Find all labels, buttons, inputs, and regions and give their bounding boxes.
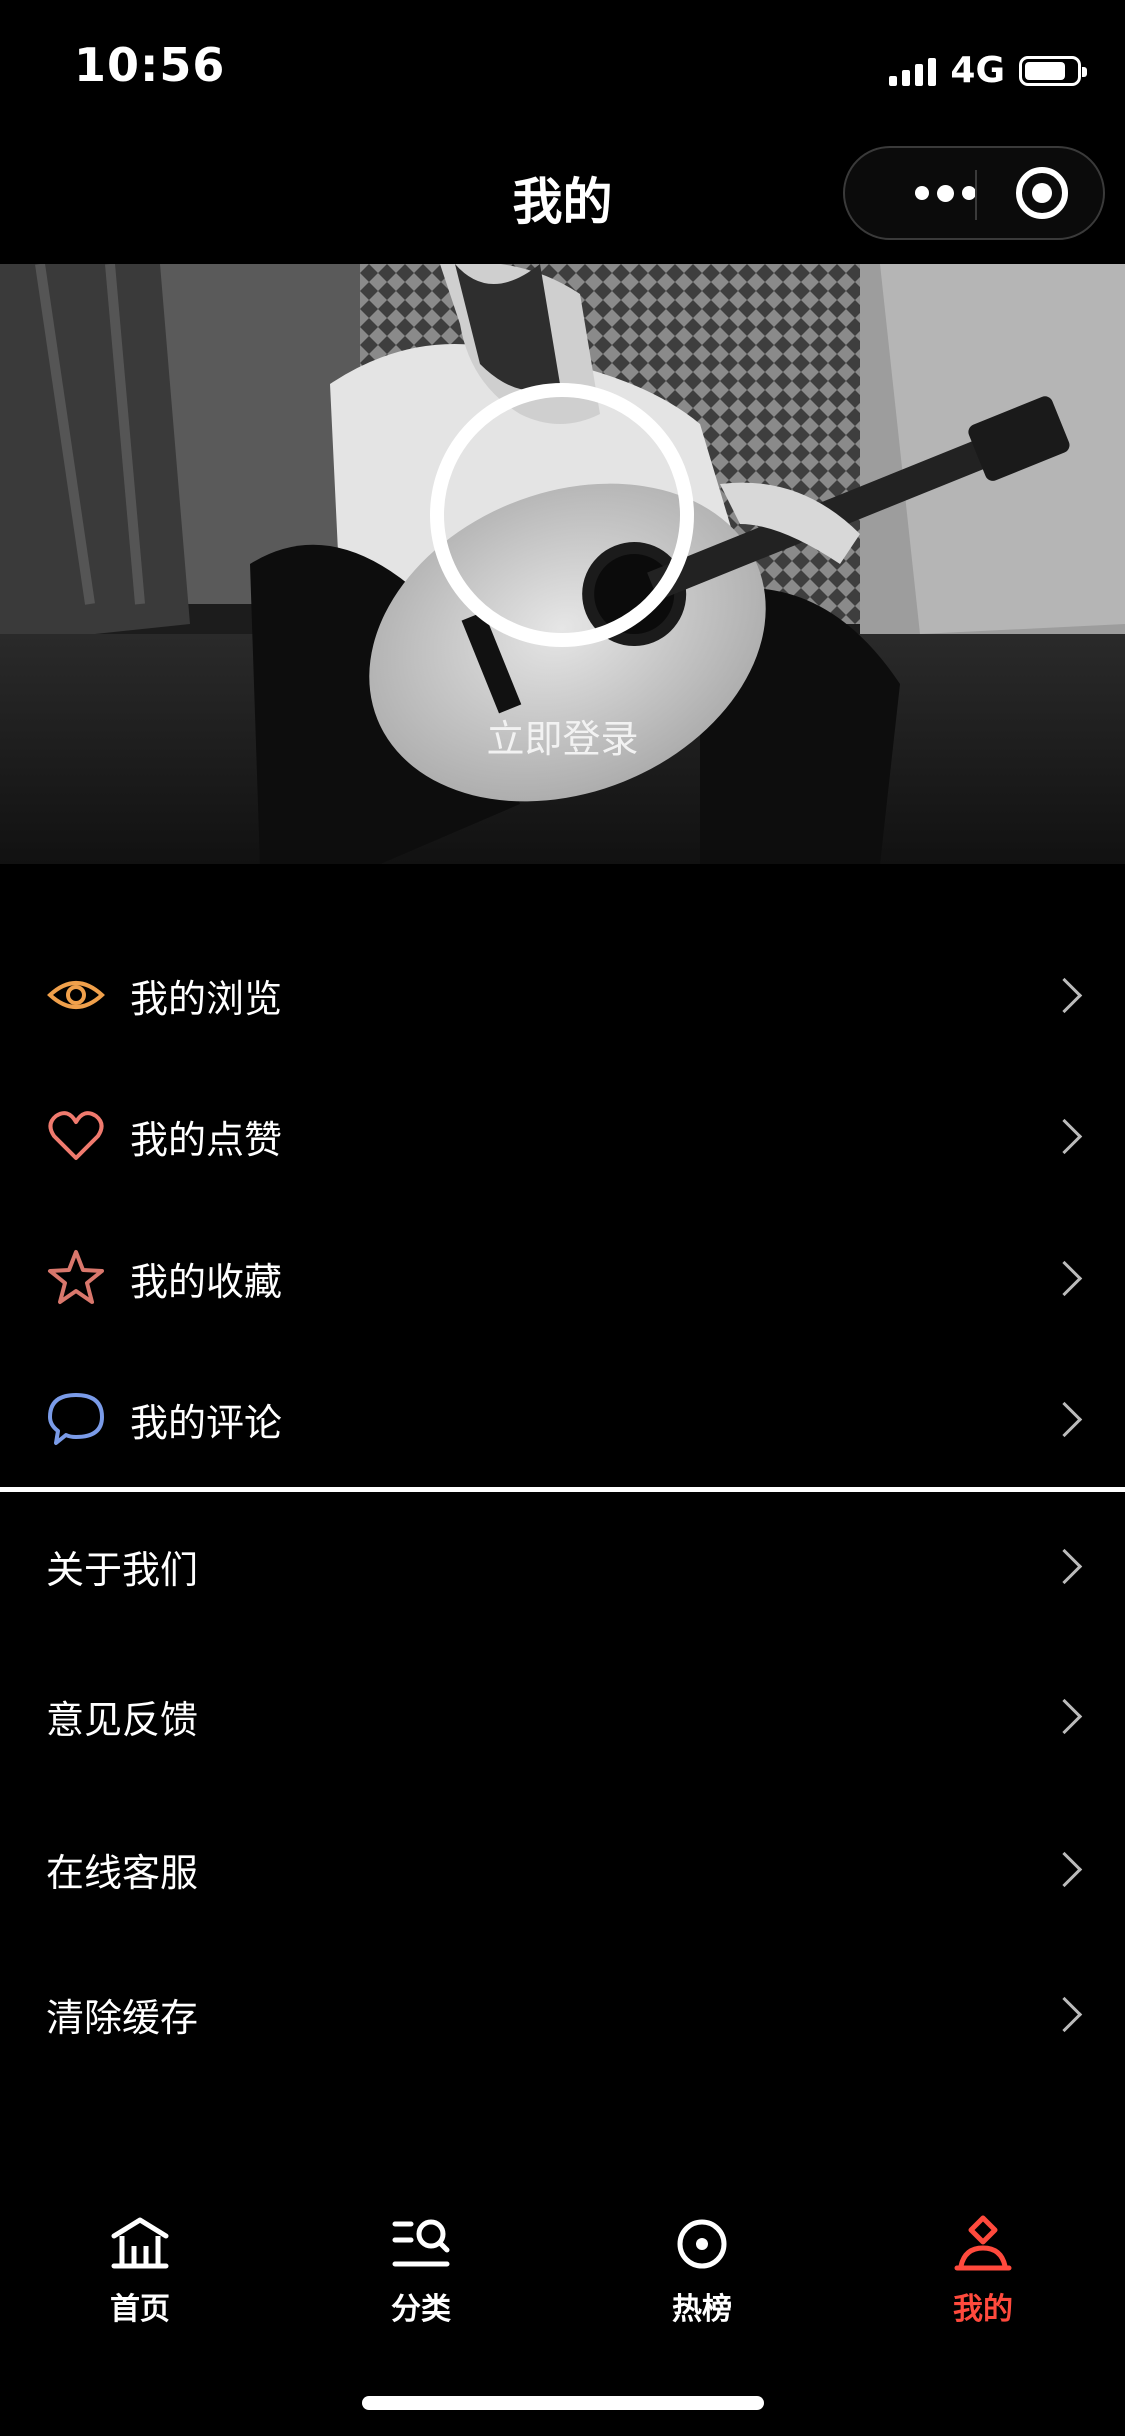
eye-icon (47, 981, 105, 1009)
bottom-tab-bar: 首页 分类 热榜 我的 (0, 2200, 1125, 2340)
menu-item-about-us[interactable]: 关于我们 (0, 1506, 1125, 1626)
login-button[interactable]: 立即登录 (0, 708, 1125, 763)
menu-item-label: 关于我们 (46, 1547, 199, 1592)
home-icon (111, 2217, 169, 2269)
heart-icon (48, 1111, 104, 1160)
menu-item-label: 我的浏览 (130, 976, 283, 1021)
avatar-placeholder[interactable] (430, 383, 694, 647)
hot-list-icon (677, 2219, 727, 2269)
network-type: 4G (950, 50, 1005, 91)
menu-item-label: 在线客服 (46, 1850, 199, 1895)
battery-icon (1019, 55, 1087, 86)
miniprogram-capsule (843, 146, 1105, 240)
chevron-right-icon (1046, 1548, 1083, 1584)
status-bar: 10:56 4G (0, 0, 1125, 130)
status-time: 10:56 (74, 38, 226, 92)
chevron-right-icon (1046, 1260, 1083, 1296)
menu-item-label: 意见反馈 (46, 1697, 199, 1742)
menu-item-feedback[interactable]: 意见反馈 (0, 1656, 1125, 1776)
star-icon (48, 1250, 104, 1304)
tab-label: 首页 (110, 2292, 170, 2327)
tab-me[interactable]: 我的 (883, 2200, 1083, 2340)
menu-item-label: 我的评论 (130, 1400, 283, 1445)
category-search-icon (392, 2219, 450, 2267)
more-icon[interactable] (885, 148, 1005, 238)
section-divider (0, 1487, 1125, 1492)
user-icon (954, 2215, 1012, 2271)
tab-label: 热榜 (672, 2292, 732, 2327)
tab-category[interactable]: 分类 (321, 2200, 521, 2340)
menu-item-comments[interactable]: 我的评论 (0, 1359, 1125, 1479)
close-miniprogram-icon[interactable] (1016, 167, 1068, 219)
profile-banner: 立即登录 (0, 264, 1125, 864)
home-indicator[interactable] (362, 2396, 764, 2410)
chevron-right-icon (1046, 1698, 1083, 1734)
chevron-right-icon (1046, 977, 1083, 1013)
tab-label: 我的 (953, 2292, 1013, 2327)
tab-hot-list[interactable]: 热榜 (602, 2200, 802, 2340)
menu-item-browse-history[interactable]: 我的浏览 (0, 935, 1125, 1055)
menu-item-label: 我的收藏 (130, 1259, 283, 1304)
chevron-right-icon (1046, 1401, 1083, 1437)
chevron-right-icon (1046, 1851, 1083, 1887)
chevron-right-icon (1046, 1996, 1083, 2032)
cellular-signal-icon (889, 56, 937, 86)
tab-label: 分类 (391, 2292, 451, 2327)
menu-item-likes[interactable]: 我的点赞 (0, 1076, 1125, 1196)
menu-item-label: 我的点赞 (130, 1117, 283, 1162)
menu-item-label: 清除缓存 (46, 1995, 199, 2040)
menu-item-favorites[interactable]: 我的收藏 (0, 1218, 1125, 1338)
capsule-divider (975, 170, 977, 220)
comment-icon (48, 1393, 104, 1445)
chevron-right-icon (1046, 1118, 1083, 1154)
menu-item-clear-cache[interactable]: 清除缓存 (0, 1954, 1125, 2074)
tab-home[interactable]: 首页 (40, 2200, 240, 2340)
status-indicators: 4G (889, 50, 1087, 91)
menu-item-customer-service[interactable]: 在线客服 (0, 1809, 1125, 1929)
